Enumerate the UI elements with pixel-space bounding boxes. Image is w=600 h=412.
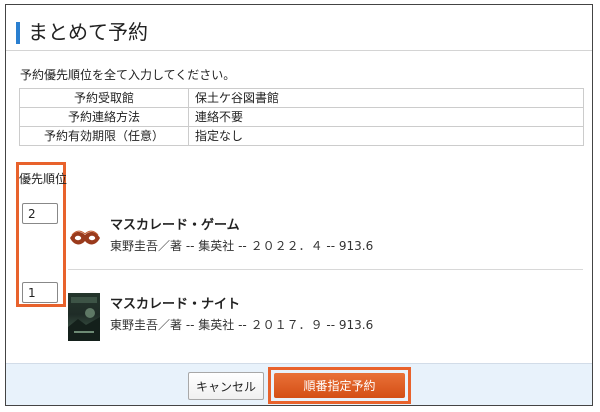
book-cover-image bbox=[68, 293, 100, 341]
ordered-reserve-button[interactable]: 順番指定予約 bbox=[274, 373, 405, 398]
instruction-text: 予約優先順位を全て入力してください。 bbox=[20, 68, 236, 82]
cancel-button[interactable]: キャンセル bbox=[188, 372, 264, 400]
pickup-library-label: 予約受取館 bbox=[19, 88, 189, 108]
list-item-book-2: マスカレード・ナイト 東野圭吾／著 -- 集英社 -- ２０１７．９ -- 91… bbox=[68, 293, 583, 348]
submit-highlight-outline: 順番指定予約 bbox=[268, 367, 411, 404]
priority-label: 優先順位 bbox=[19, 172, 68, 186]
contact-method-label: 予約連絡方法 bbox=[19, 107, 189, 127]
dialog-header: まとめて予約 bbox=[6, 5, 592, 51]
title-accent-bar bbox=[16, 22, 20, 44]
book-title: マスカレード・ナイト bbox=[110, 297, 241, 312]
masquerade-mask-icon bbox=[68, 219, 102, 259]
reservation-info-table: 予約受取館 保土ケ谷図書館 予約連絡方法 連絡不要 予約有効期限（任意） 指定な… bbox=[19, 88, 584, 146]
book-divider bbox=[68, 269, 583, 270]
book-meta: 東野圭吾／著 -- 集英社 -- ２０１７．９ -- 913.6 bbox=[110, 318, 374, 332]
reservation-dialog: まとめて予約 予約優先順位を全て入力してください。 予約受取館 保土ケ谷図書館 … bbox=[5, 4, 593, 406]
contact-method-value: 連絡不要 bbox=[188, 107, 584, 127]
expiry-date-value: 指定なし bbox=[188, 126, 584, 146]
table-row: 予約有効期限（任意） 指定なし bbox=[19, 126, 584, 146]
book-title: マスカレード・ゲーム bbox=[110, 218, 240, 233]
page-title: まとめて予約 bbox=[28, 20, 148, 44]
priority-input-book-1[interactable] bbox=[22, 203, 58, 224]
table-row: 予約受取館 保土ケ谷図書館 bbox=[19, 88, 584, 108]
dialog-footer: キャンセル 順番指定予約 bbox=[6, 363, 592, 405]
book-meta: 東野圭吾／著 -- 集英社 -- ２０２２．４ -- 913.6 bbox=[110, 239, 374, 253]
priority-input-book-2[interactable] bbox=[22, 282, 58, 303]
list-item-book-1: マスカレード・ゲーム 東野圭吾／著 -- 集英社 -- ２０２２．４ -- 91… bbox=[68, 214, 583, 269]
table-row: 予約連絡方法 連絡不要 bbox=[19, 107, 584, 127]
pickup-library-value: 保土ケ谷図書館 bbox=[188, 88, 584, 108]
expiry-date-label: 予約有効期限（任意） bbox=[19, 126, 189, 146]
